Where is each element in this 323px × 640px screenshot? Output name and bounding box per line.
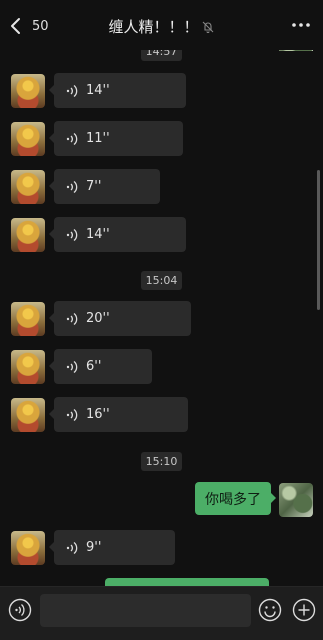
more-dots-icon[interactable] (291, 20, 311, 30)
avatar[interactable] (11, 170, 45, 204)
composer-bar (0, 586, 323, 640)
message-row: 11'' (0, 119, 323, 159)
voice-duration: 20'' (86, 311, 110, 326)
avatar[interactable] (11, 74, 45, 108)
message-row: 20'' (0, 299, 323, 339)
message-row: 14'' (0, 71, 323, 111)
chat-header: 50 缠人精！！！ (0, 0, 323, 50)
voice-duration: 11'' (86, 131, 110, 146)
voice-message[interactable]: 14'' (49, 73, 186, 108)
avatar[interactable] (11, 531, 45, 565)
avatar[interactable] (279, 483, 313, 517)
message-row: 你喝多了 (0, 480, 323, 520)
voice-message[interactable]: 6'' (49, 349, 152, 384)
voice-message[interactable]: 7'' (49, 169, 160, 204)
text-message-sent[interactable]: 你喝多了 (195, 482, 276, 515)
avatar[interactable] (11, 122, 45, 156)
voice-wave-icon (66, 132, 78, 145)
voice-message[interactable]: 20'' (49, 301, 191, 336)
voice-duration: 7'' (86, 179, 102, 194)
voice-duration: 6'' (86, 359, 102, 374)
voice-duration: 16'' (86, 407, 110, 422)
voice-message[interactable]: 11'' (49, 121, 183, 156)
voice-duration: 14'' (86, 83, 110, 98)
avatar[interactable] (11, 350, 45, 384)
voice-wave-icon (66, 180, 78, 193)
chat-title: 缠人精！！！ (108, 18, 199, 36)
voice-input-icon[interactable] (8, 598, 32, 622)
message-row: 16'' (0, 395, 323, 435)
voice-wave-icon (66, 84, 78, 97)
emoji-icon[interactable] (258, 598, 282, 622)
timestamp: 15:10 (0, 450, 323, 471)
scrollbar[interactable] (317, 170, 320, 310)
voice-wave-icon (66, 408, 78, 421)
plus-icon[interactable] (292, 598, 316, 622)
voice-wave-icon (66, 360, 78, 373)
message-row: 14'' (0, 215, 323, 255)
voice-message[interactable]: 14'' (49, 217, 186, 252)
bell-off-icon (202, 21, 213, 33)
message-row: 6'' (0, 347, 323, 387)
voice-duration: 14'' (86, 227, 110, 242)
voice-wave-icon (66, 228, 78, 241)
timestamp: 15:04 (0, 269, 323, 290)
message-row: 9'' (0, 528, 323, 568)
voice-message[interactable]: 9'' (49, 530, 175, 565)
voice-wave-icon (66, 312, 78, 325)
voice-wave-icon (66, 541, 78, 554)
message-row: 7'' (0, 167, 323, 207)
text-message-sent-partial[interactable] (105, 578, 269, 586)
chat-title-wrap: 缠人精！！！ (0, 16, 323, 37)
avatar[interactable] (11, 398, 45, 432)
chat-area[interactable]: 14:57 14'' 11'' 7'' 14'' 15:04 20'' 6'' … (0, 40, 323, 586)
voice-duration: 9'' (86, 540, 102, 555)
voice-message[interactable]: 16'' (49, 397, 188, 432)
message-input[interactable] (40, 594, 251, 627)
avatar[interactable] (11, 218, 45, 252)
avatar[interactable] (11, 302, 45, 336)
